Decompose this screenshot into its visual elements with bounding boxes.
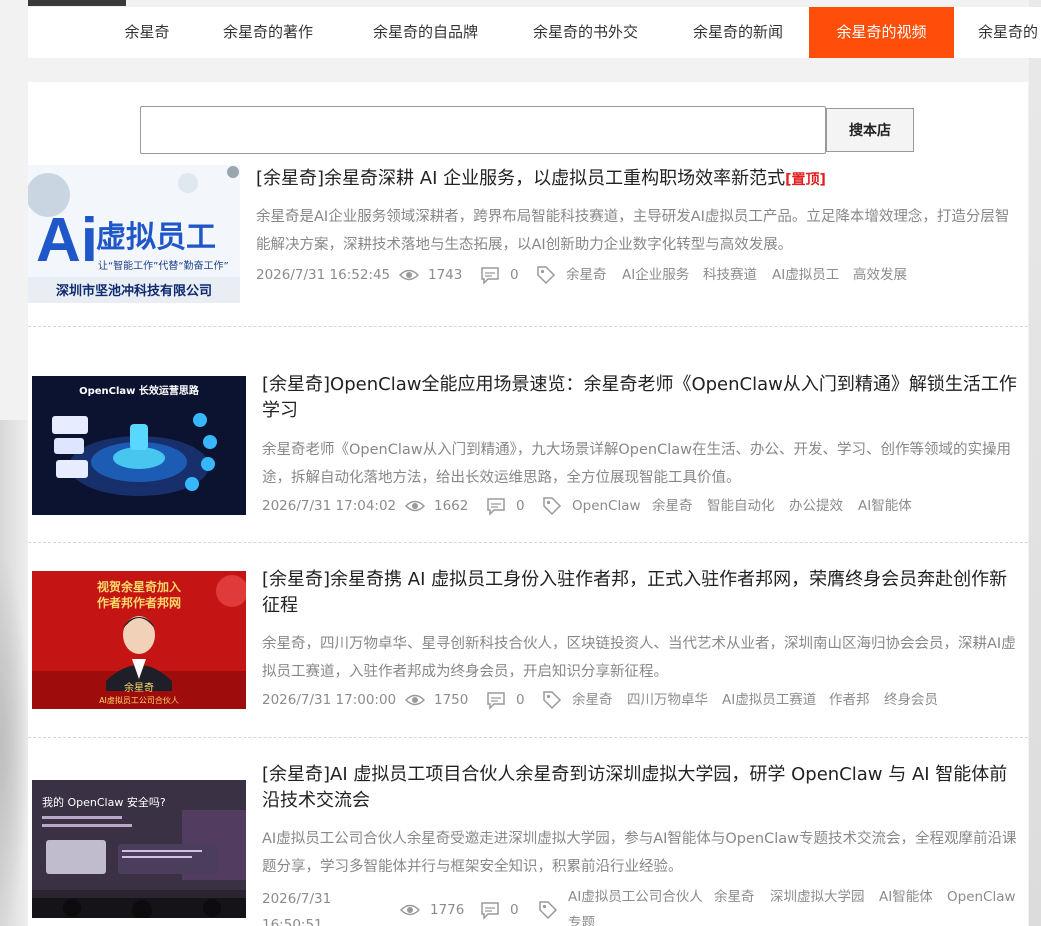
tag-link[interactable]: AI智能体 bbox=[879, 886, 933, 908]
tag-link[interactable]: 余星奇 bbox=[572, 689, 613, 711]
article-desc: 余星奇，四川万物卓华、星寻创新科技合伙人，区块链投资人、当代艺术从业者，深圳南山… bbox=[262, 636, 1016, 680]
nav-item-videos[interactable]: 余星奇的视频 bbox=[809, 7, 954, 58]
article-date: 2026/7/31 17:04:02 bbox=[262, 498, 397, 514]
comment-icon bbox=[487, 692, 505, 710]
tag-link[interactable]: 终身会员 bbox=[884, 689, 938, 711]
tag-link[interactable]: 专题 bbox=[568, 912, 595, 926]
tag-link[interactable]: 智能自动化 bbox=[707, 495, 775, 517]
article-meta: 2026/7/31 17:04:02 1662 0 OpenClaw 余星奇 智… bbox=[262, 495, 1018, 517]
article-desc: 余星奇是AI企业服务领域深耕者，跨界布局智能科技赛道，主导研发AI虚拟员工产品。… bbox=[256, 209, 1010, 253]
eye-icon bbox=[400, 904, 420, 916]
comment-count: 0 bbox=[510, 267, 519, 283]
article-item: OpenClaw 长效运营思路 [余星奇]OpenClaw全能应用场景速览：余星… bbox=[28, 327, 1028, 543]
article-item: 视贺余星奇加入 作者邦作者邦网 余星奇 AI虚拟员工公司合伙人 [余星奇]余星奇… bbox=[28, 543, 1028, 738]
tag-link[interactable]: OpenClaw bbox=[572, 495, 641, 517]
thumb-subheadline-text: 作者邦作者邦网 bbox=[97, 595, 181, 610]
view-count: 1776 bbox=[430, 902, 465, 918]
view-count: 1662 bbox=[434, 498, 469, 514]
tag-link[interactable]: AI虚拟员工公司合伙人 bbox=[568, 886, 703, 908]
article-thumbnail[interactable]: 我的 OpenClaw 安全吗? bbox=[32, 780, 246, 918]
article-meta: 2026/7/31 16:50:51 1776 0 AI虚拟员工公司合伙人 余星… bbox=[262, 886, 1018, 926]
article-thumbnail[interactable]: 视贺余星奇加入 作者邦作者邦网 余星奇 AI虚拟员工公司合伙人 bbox=[32, 571, 246, 709]
thumb-role-text: AI虚拟员工公司合伙人 bbox=[99, 695, 179, 705]
comment-count: 0 bbox=[516, 692, 525, 708]
tag-link[interactable]: 深圳虚拟大学园 bbox=[770, 886, 865, 908]
search-input[interactable] bbox=[140, 106, 826, 154]
view-count: 1750 bbox=[434, 692, 469, 708]
tag-link[interactable]: 四川万物卓华 bbox=[627, 689, 708, 711]
article-date: 2026/7/31 16:50:51 bbox=[262, 891, 332, 926]
conference-slide-photo: 我的 OpenClaw 安全吗? bbox=[32, 780, 246, 918]
tag-link[interactable]: 高效发展 bbox=[853, 264, 907, 286]
nav-item-home[interactable]: 余星奇 bbox=[108, 7, 186, 58]
tag-link[interactable]: AI虚拟员工赛道 bbox=[722, 689, 816, 711]
article-title[interactable]: [余星奇]余星奇深耕 AI 企业服务，以虚拟员工重构职场效率新范式[置顶] bbox=[256, 166, 1016, 193]
nav-item-news[interactable]: 余星奇的新闻 bbox=[678, 7, 798, 58]
tag-icon bbox=[543, 497, 562, 516]
thumb-main-text: 虚拟员工 bbox=[96, 220, 216, 255]
tag-link[interactable]: 科技赛道 bbox=[703, 264, 757, 286]
article-title[interactable]: [余星奇]AI 虚拟员工项目合伙人余星奇到访深圳虚拟大学园，研学 OpenCla… bbox=[262, 762, 1022, 814]
comment-icon bbox=[481, 902, 499, 920]
tag-icon bbox=[543, 691, 562, 710]
thumb-name-text: 余星奇 bbox=[124, 681, 154, 694]
eye-icon bbox=[405, 694, 425, 706]
thumb-company-text: 深圳市坚池冲科技有限公司 bbox=[56, 283, 212, 299]
article-desc: 余星奇老师《OpenClaw从入门到精通》，九大场景详解OpenClaw在生活、… bbox=[262, 442, 1011, 486]
tag-icon bbox=[537, 266, 556, 285]
thumb-title-text: OpenClaw 长效运营思路 bbox=[79, 384, 200, 397]
article-item: Ai 虚拟员工 让“智能工作”代替“勤奋工作” 深圳市坚池冲科技有限公司 [余星… bbox=[28, 164, 1028, 327]
tag-link[interactable]: AI企业服务 bbox=[622, 264, 689, 286]
tag-link[interactable]: AI虚拟员工 bbox=[772, 264, 839, 286]
tag-link[interactable]: 作者邦 bbox=[829, 689, 870, 711]
comment-count: 0 bbox=[516, 498, 525, 514]
nav-item-more[interactable]: 余星奇的 bbox=[978, 7, 1041, 58]
search-store-button[interactable]: 搜本店 bbox=[826, 108, 914, 152]
tag-icon bbox=[539, 901, 558, 920]
background-ink-wash-dark bbox=[0, 560, 28, 926]
nav-item-works[interactable]: 余星奇的著作 bbox=[208, 7, 328, 58]
article-desc: AI虚拟员工公司合伙人余星奇受邀走进深圳虚拟大学园，参与AI智能体与OpenCl… bbox=[262, 831, 1017, 875]
content-panel: 搜本店 Ai 虚拟员工 让“智能工作”代替“勤奋工作” 深圳市坚池冲科技有限公司… bbox=[28, 82, 1028, 926]
thumb-ai-text: Ai bbox=[36, 206, 98, 275]
article-meta: 2026/7/31 16:52:45 1743 0 余星奇 AI企业服务 科技赛… bbox=[256, 264, 1016, 286]
article-thumbnail[interactable]: OpenClaw 长效运营思路 bbox=[32, 376, 246, 515]
nav-item-brand[interactable]: 余星奇的自品牌 bbox=[358, 7, 493, 58]
article-date: 2026/7/31 16:52:45 bbox=[256, 267, 391, 283]
tag-link[interactable]: 余星奇 bbox=[566, 264, 607, 286]
tag-link[interactable]: 余星奇 bbox=[652, 495, 693, 517]
pinned-badge: [置顶] bbox=[785, 172, 826, 188]
background-right-edge bbox=[1029, 0, 1041, 926]
comment-icon bbox=[487, 498, 505, 516]
eye-icon bbox=[405, 500, 425, 512]
comment-count: 0 bbox=[510, 902, 519, 918]
openclaw-ops-diagram: OpenClaw 长效运营思路 bbox=[32, 376, 246, 515]
main-nav: 余星奇 余星奇的著作 余星奇的自品牌 余星奇的书外交 余星奇的新闻 余星奇的视频… bbox=[28, 7, 1041, 58]
thumb-slogan-text: 让“智能工作”代替“勤奋工作” bbox=[98, 259, 229, 272]
tag-link[interactable]: OpenClaw bbox=[947, 886, 1016, 908]
thumb-headline-text: 视贺余星奇加入 bbox=[97, 579, 181, 594]
article-title[interactable]: [余星奇]OpenClaw全能应用场景速览：余星奇老师《OpenClaw从入门到… bbox=[262, 372, 1018, 424]
article-item: 我的 OpenClaw 安全吗? [余星奇]AI 虚拟员工项目合伙人余星奇到访深… bbox=[28, 738, 1028, 926]
article-thumbnail[interactable]: Ai 虚拟员工 让“智能工作”代替“勤奋工作” 深圳市坚池冲科技有限公司 bbox=[28, 165, 240, 303]
view-count: 1743 bbox=[428, 267, 463, 283]
thumb-slide-title: 我的 OpenClaw 安全吗? bbox=[42, 795, 166, 809]
tag-link[interactable]: 办公提效 bbox=[789, 495, 843, 517]
top-banner-edge bbox=[28, 0, 126, 6]
nav-item-book-diplomacy[interactable]: 余星奇的书外交 bbox=[518, 7, 653, 58]
comment-icon bbox=[481, 267, 499, 285]
article-title[interactable]: [余星奇]余星奇携 AI 虚拟员工身份入驻作者邦，正式入驻作者邦网，荣膺终身会员… bbox=[262, 567, 1018, 619]
tag-link[interactable]: 余星奇 bbox=[714, 886, 755, 908]
article-date: 2026/7/31 17:00:00 bbox=[262, 692, 397, 708]
author-join-poster: 视贺余星奇加入 作者邦作者邦网 余星奇 AI虚拟员工公司合伙人 bbox=[32, 571, 246, 709]
eye-icon bbox=[399, 269, 419, 281]
ai-virtual-employee-poster: Ai 虚拟员工 让“智能工作”代替“勤奋工作” 深圳市坚池冲科技有限公司 bbox=[28, 165, 240, 303]
article-meta: 2026/7/31 17:00:00 1750 0 余星奇 四川万物卓华 AI虚… bbox=[262, 689, 1018, 711]
tag-link[interactable]: AI智能体 bbox=[858, 495, 912, 517]
